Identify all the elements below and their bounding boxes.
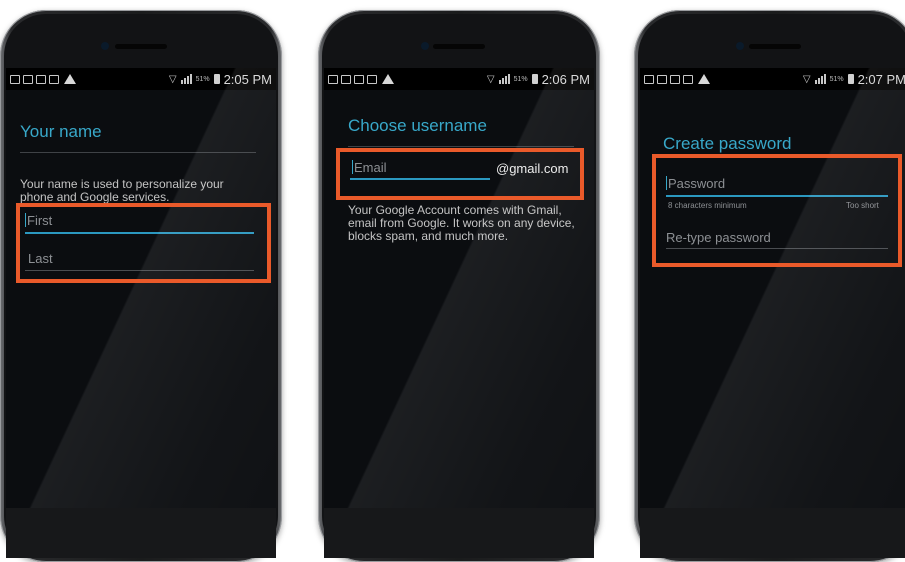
signal-icon [498,74,510,84]
title-divider [20,152,256,153]
bottom-bezel [640,508,905,558]
status-right: ▽ 51% 2:06 PM [487,72,590,87]
screen-choose-username: ▽ 51% 2:06 PM Choose username Email @gma… [324,68,594,508]
description-text: Your name is used to personalize your ph… [20,177,224,204]
earpiece [115,44,167,49]
page-title: Create password [663,134,792,153]
wifi-icon: ▽ [802,73,811,85]
image-notification-icon [657,74,667,84]
status-time: 2:07 PM [857,71,905,87]
bottom-bezel [6,508,276,558]
notification-icons [328,74,394,84]
battery-percent: 51% [829,75,844,83]
battery-icon [213,74,220,84]
email-field-highlight [336,148,584,200]
wifi-icon: ▽ [168,73,177,85]
message-notification-icon [367,74,377,84]
status-right: ▽ 51% 2:05 PM [169,72,272,87]
battery-icon [847,74,854,84]
message-notification-icon [49,74,59,84]
notification-icon [328,74,338,84]
earpiece [433,44,485,49]
notification-icons [10,74,76,84]
front-camera [736,42,744,50]
wifi-icon: ▽ [486,73,495,85]
warning-icon [698,74,710,84]
battery-icon [531,74,538,84]
notification-icon [644,74,654,84]
signal-icon [180,74,192,84]
status-bar: ▽ 51% 2:06 PM [324,68,594,90]
bottom-bezel [324,508,594,558]
status-time: 2:05 PM [223,71,272,87]
earpiece [749,44,801,49]
message-notification-icon [683,74,693,84]
status-right: ▽ 51% 2:07 PM [803,72,905,87]
phone-frame-1: ▽ 51% 2:05 PM Your name Your name is use… [0,10,282,562]
image-notification-icon [36,74,46,84]
status-time: 2:06 PM [541,71,590,87]
description-text: Your Google Account comes with Gmail, em… [348,203,575,243]
signal-icon [814,74,826,84]
notification-icons [644,74,710,84]
page-title: Your name [20,122,102,141]
notification-icon [10,74,20,84]
camera-notification-icon [23,74,33,84]
image-notification-icon [341,74,351,84]
phone-frame-3: ▽ 51% 2:07 PM Create password Password 8… [634,10,905,562]
camera-notification-icon [670,74,680,84]
password-fields-highlight [652,154,902,267]
status-bar: ▽ 51% 2:05 PM [6,68,276,90]
front-camera [101,42,109,50]
warning-icon [64,74,76,84]
screen-create-password: ▽ 51% 2:07 PM Create password Password 8… [640,68,905,508]
battery-percent: 51% [513,75,528,83]
title-divider [348,146,574,147]
camera-notification-icon [354,74,364,84]
page-title: Choose username [348,116,487,135]
battery-percent: 51% [195,75,210,83]
warning-icon [382,74,394,84]
name-fields-highlight [16,203,271,283]
front-camera [421,42,429,50]
phone-frame-2: ▽ 51% 2:06 PM Choose username Email @gma… [318,10,600,562]
status-bar: ▽ 51% 2:07 PM [640,68,905,90]
screen-your-name: ▽ 51% 2:05 PM Your name Your name is use… [6,68,276,508]
